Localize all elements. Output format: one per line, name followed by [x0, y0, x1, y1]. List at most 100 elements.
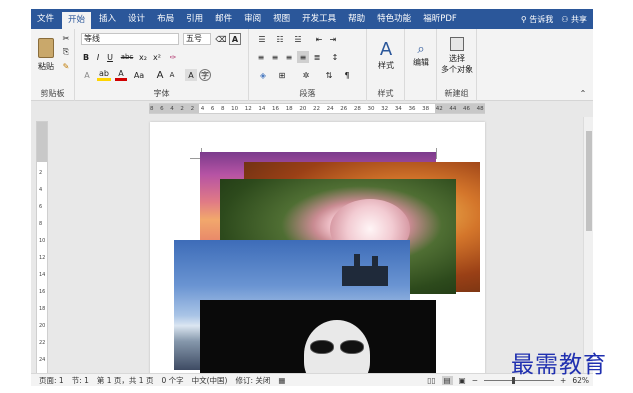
vruler-tick-label: 10 — [39, 238, 46, 244]
castle-tower — [354, 254, 360, 268]
paste-button[interactable]: 粘贴 — [35, 33, 57, 77]
ruler-tick-label: 34 — [394, 105, 402, 112]
shrink-font-button[interactable]: A — [167, 69, 177, 81]
tab-help[interactable]: 帮助 — [342, 9, 371, 29]
status-track-changes[interactable]: 修订: 关闭 — [235, 375, 270, 386]
document-area[interactable] — [49, 117, 583, 375]
superscript-button[interactable]: x² — [151, 51, 163, 63]
clear-format-icon[interactable]: ⌫ — [215, 33, 227, 45]
castle-silhouette — [342, 266, 388, 286]
scrollbar-thumb[interactable] — [586, 131, 592, 231]
text-effects-icon[interactable]: A — [81, 69, 93, 81]
underline-button[interactable]: U — [105, 51, 115, 63]
tab-layout[interactable]: 布局 — [151, 9, 180, 29]
font-color-icon[interactable]: A — [115, 69, 127, 81]
clipboard-icon — [38, 38, 54, 58]
vruler-tick-label: 4 — [39, 187, 43, 193]
document-page[interactable] — [150, 122, 485, 375]
phonetic-icon[interactable]: ✑ — [167, 51, 179, 63]
tab-developer[interactable]: 开发工具 — [296, 9, 342, 29]
enclose-char-icon[interactable]: 字 — [199, 69, 211, 81]
group-paragraph: ☰ ☷ ☱ ⇤ ⇥ ≡ ≡ ≡ ≡ ≣ ↕ ◈ ⊞ ✲ ⇅ ¶ 段落 — [249, 29, 367, 101]
char-shading-icon[interactable]: A — [185, 69, 197, 81]
subscript-button[interactable]: x₂ — [137, 51, 149, 63]
numbering-icon[interactable]: ☷ — [273, 33, 287, 45]
ruler-tick-label: 28 — [353, 105, 361, 112]
tab-design[interactable]: 设计 — [122, 9, 151, 29]
tab-review[interactable]: 审阅 — [238, 9, 267, 29]
ruler-tick-label: 2 — [190, 105, 195, 112]
highlight-icon[interactable]: ab — [97, 69, 111, 81]
status-words[interactable]: 0 个字 — [161, 375, 183, 386]
tab-home[interactable]: 开始 — [62, 12, 92, 29]
align-right-icon[interactable]: ≡ — [283, 51, 295, 63]
print-layout-icon[interactable]: ▤ — [441, 375, 453, 385]
watermark-logo: 最需教育 — [511, 352, 607, 378]
styles-button[interactable]: A 样式 — [371, 35, 401, 75]
find-icon: ⌕ — [417, 42, 425, 57]
distributed-icon[interactable]: ≣ — [311, 51, 323, 63]
font-size-select[interactable]: 五号 — [183, 33, 211, 45]
line-spacing-icon[interactable]: ↕ — [329, 51, 341, 63]
change-case-button[interactable]: Aa — [131, 69, 147, 81]
increase-indent-icon[interactable]: ⇥ — [327, 33, 339, 45]
borders-icon[interactable]: ⊞ — [275, 69, 289, 81]
ribbon-tab-bar: 文件 开始 插入 设计 布局 引用 邮件 审阅 视图 开发工具 帮助 特色功能 … — [31, 9, 593, 29]
group-styles: A 样式 样式 — [367, 29, 405, 101]
vruler-tick-label: 22 — [39, 340, 46, 346]
ruler-tick-label: 22 — [312, 105, 320, 112]
zoom-out-button[interactable]: − — [472, 376, 478, 385]
macro-record-icon[interactable]: ▦ — [278, 376, 285, 385]
group-clipboard: 粘贴 ✂ ⎘ ✎ 剪贴板 — [31, 29, 75, 101]
status-pages[interactable]: 第 1 页，共 1 页 — [97, 375, 154, 386]
decrease-indent-icon[interactable]: ⇤ — [313, 33, 325, 45]
align-center-icon[interactable]: ≡ — [269, 51, 281, 63]
tab-file[interactable]: 文件 — [31, 9, 60, 29]
ruler-tick-label: 6 — [210, 105, 215, 112]
status-page[interactable]: 页面: 1 — [39, 375, 64, 386]
justify-icon[interactable]: ≡ — [297, 51, 309, 63]
tab-view[interactable]: 视图 — [267, 9, 296, 29]
vertical-scrollbar[interactable] — [583, 117, 593, 375]
ruler-tick-label: 4 — [200, 105, 205, 112]
zoom-slider[interactable] — [484, 376, 555, 384]
tab-mailings[interactable]: 邮件 — [209, 9, 238, 29]
ribbon-home: 粘贴 ✂ ⎘ ✎ 剪贴板 等线 五号 ⌫ A B I U abc x₂ x² ✑… — [31, 29, 593, 101]
vruler-tick-label: 12 — [39, 255, 46, 261]
editing-button[interactable]: ⌕ 编辑 — [407, 35, 435, 75]
read-mode-icon[interactable]: ▯▯ — [427, 376, 435, 385]
ruler-tick-label: 42 — [435, 105, 443, 112]
bold-button[interactable]: B — [81, 51, 91, 63]
ruler-tick-label: 16 — [272, 105, 280, 112]
bullets-icon[interactable]: ☰ — [255, 33, 269, 45]
copy-icon[interactable]: ⎘ — [61, 47, 71, 57]
char-border-icon[interactable]: A — [229, 33, 241, 45]
tab-features[interactable]: 特色功能 — [371, 9, 417, 29]
person-icon: ⚇ — [561, 14, 569, 24]
font-name-select[interactable]: 等线 — [81, 33, 179, 45]
strikethrough-button[interactable]: abc — [119, 51, 135, 63]
select-objects-button[interactable]: 选择 多个对象 — [439, 33, 475, 79]
multilevel-list-icon[interactable]: ☱ — [291, 33, 305, 45]
collapse-ribbon-icon[interactable]: ⌃ — [577, 87, 589, 99]
format-painter-icon[interactable]: ✎ — [61, 61, 71, 71]
cut-icon[interactable]: ✂ — [61, 33, 71, 43]
image-sunglasses-portrait[interactable] — [200, 300, 436, 375]
align-left-icon[interactable]: ≡ — [255, 51, 267, 63]
ruler-tick-label: 4 — [170, 105, 174, 112]
tab-foxit-pdf[interactable]: 福昕PDF — [417, 9, 463, 29]
web-layout-icon[interactable]: ▣ — [459, 376, 466, 385]
status-section[interactable]: 节: 1 — [72, 375, 89, 386]
chinese-layout-icon[interactable]: ✲ — [299, 69, 313, 81]
tell-me-search[interactable]: ⚲ 告诉我 — [521, 14, 553, 25]
status-language[interactable]: 中文(中国) — [192, 375, 228, 386]
show-marks-icon[interactable]: ¶ — [341, 69, 353, 81]
share-button[interactable]: ⚇ 共享 — [561, 14, 587, 25]
grow-font-button[interactable]: A — [155, 69, 165, 81]
tab-references[interactable]: 引用 — [180, 9, 209, 29]
italic-button[interactable]: I — [93, 51, 103, 63]
tab-insert[interactable]: 插入 — [93, 9, 122, 29]
share-label: 共享 — [571, 14, 587, 24]
shading-icon[interactable]: ◈ — [255, 69, 271, 81]
sort-icon[interactable]: ⇅ — [323, 69, 335, 81]
